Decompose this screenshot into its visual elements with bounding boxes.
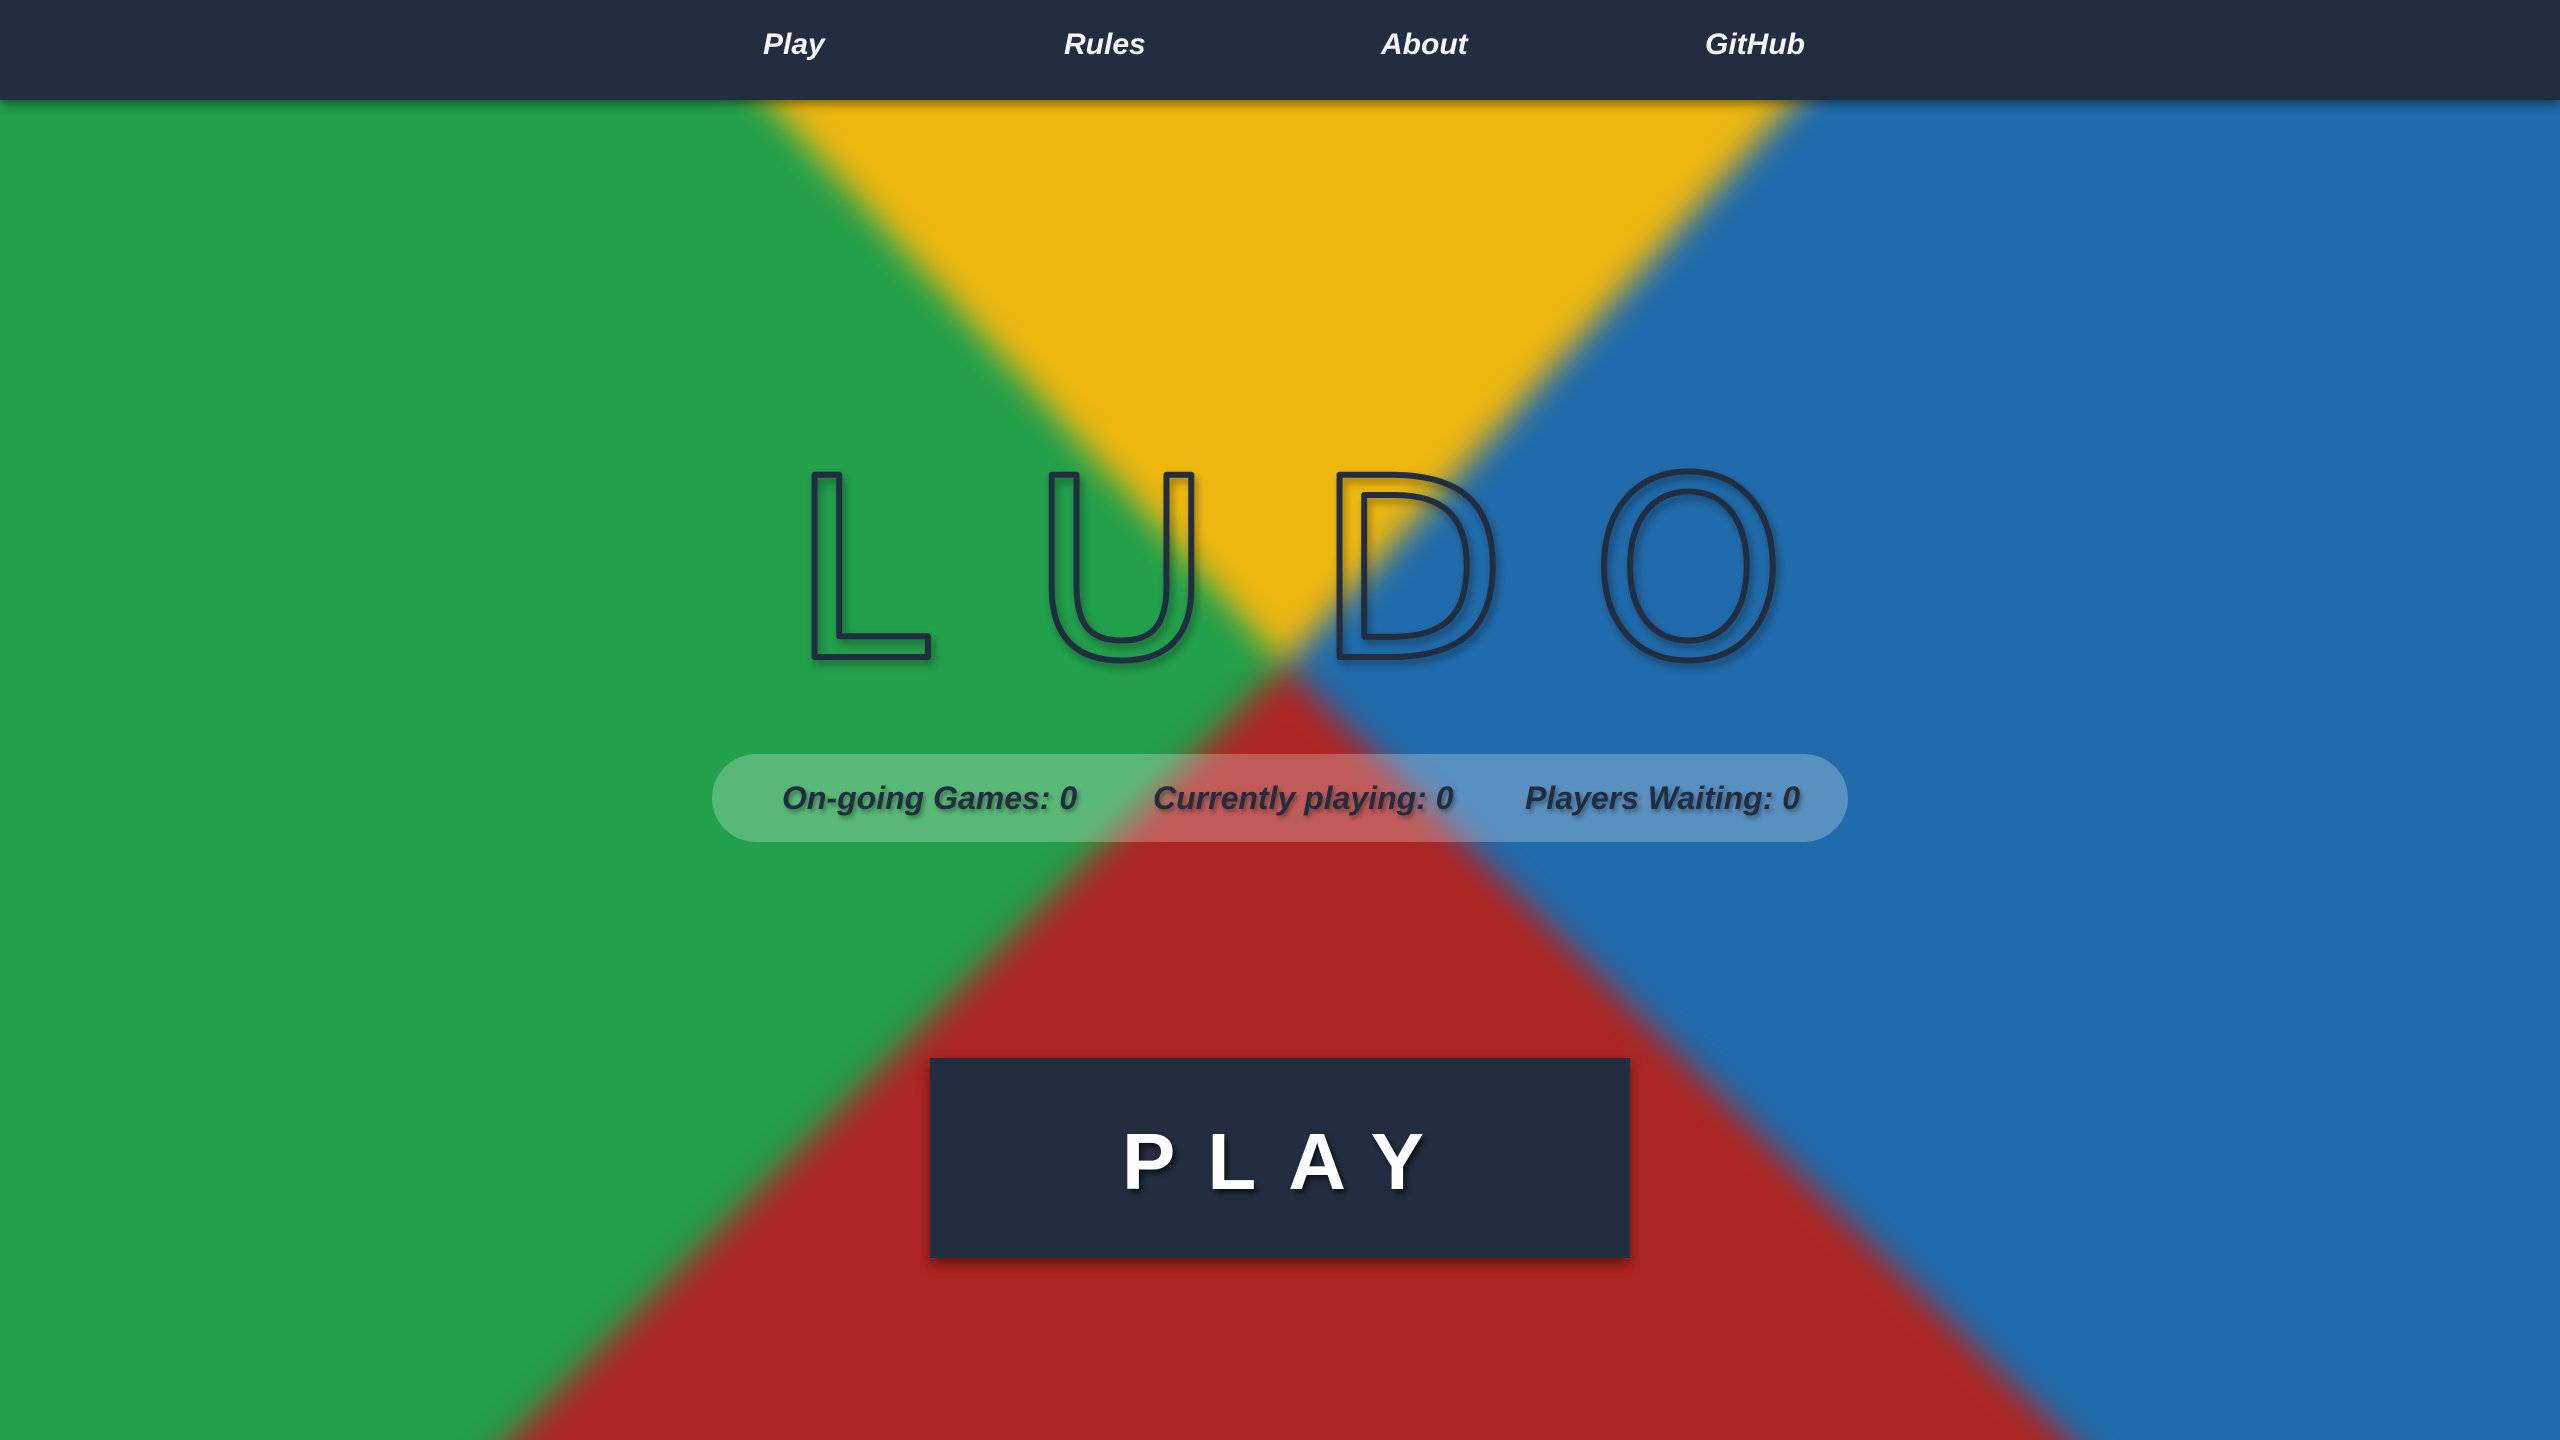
ludo-logo: L U D O bbox=[770, 422, 1790, 719]
nav-play-link[interactable]: Play bbox=[763, 28, 825, 62]
top-navbar: Play Rules About GitHub bbox=[0, 0, 2560, 100]
currently-playing-stat: Currently playing: 0 bbox=[1153, 780, 1454, 816]
play-button-label: PLAY bbox=[1121, 1117, 1456, 1206]
logo-letter-o: O bbox=[1590, 425, 1787, 716]
logo-letter-d: D bbox=[1315, 425, 1508, 716]
nav-rules-link[interactable]: Rules bbox=[1064, 28, 1146, 62]
stats-bar: On-going Games: 0 Currently playing: 0 P… bbox=[712, 754, 1848, 842]
logo-letter-u: U bbox=[1030, 425, 1213, 716]
players-waiting-stat: Players Waiting: 0 bbox=[1525, 780, 1801, 816]
nav-github-link[interactable]: GitHub bbox=[1705, 28, 1805, 62]
play-button[interactable]: PLAY bbox=[930, 1058, 1630, 1258]
nav-about-link[interactable]: About bbox=[1381, 28, 1468, 62]
ongoing-games-stat: On-going Games: 0 bbox=[782, 780, 1078, 816]
logo-letter-l: L bbox=[790, 425, 929, 716]
